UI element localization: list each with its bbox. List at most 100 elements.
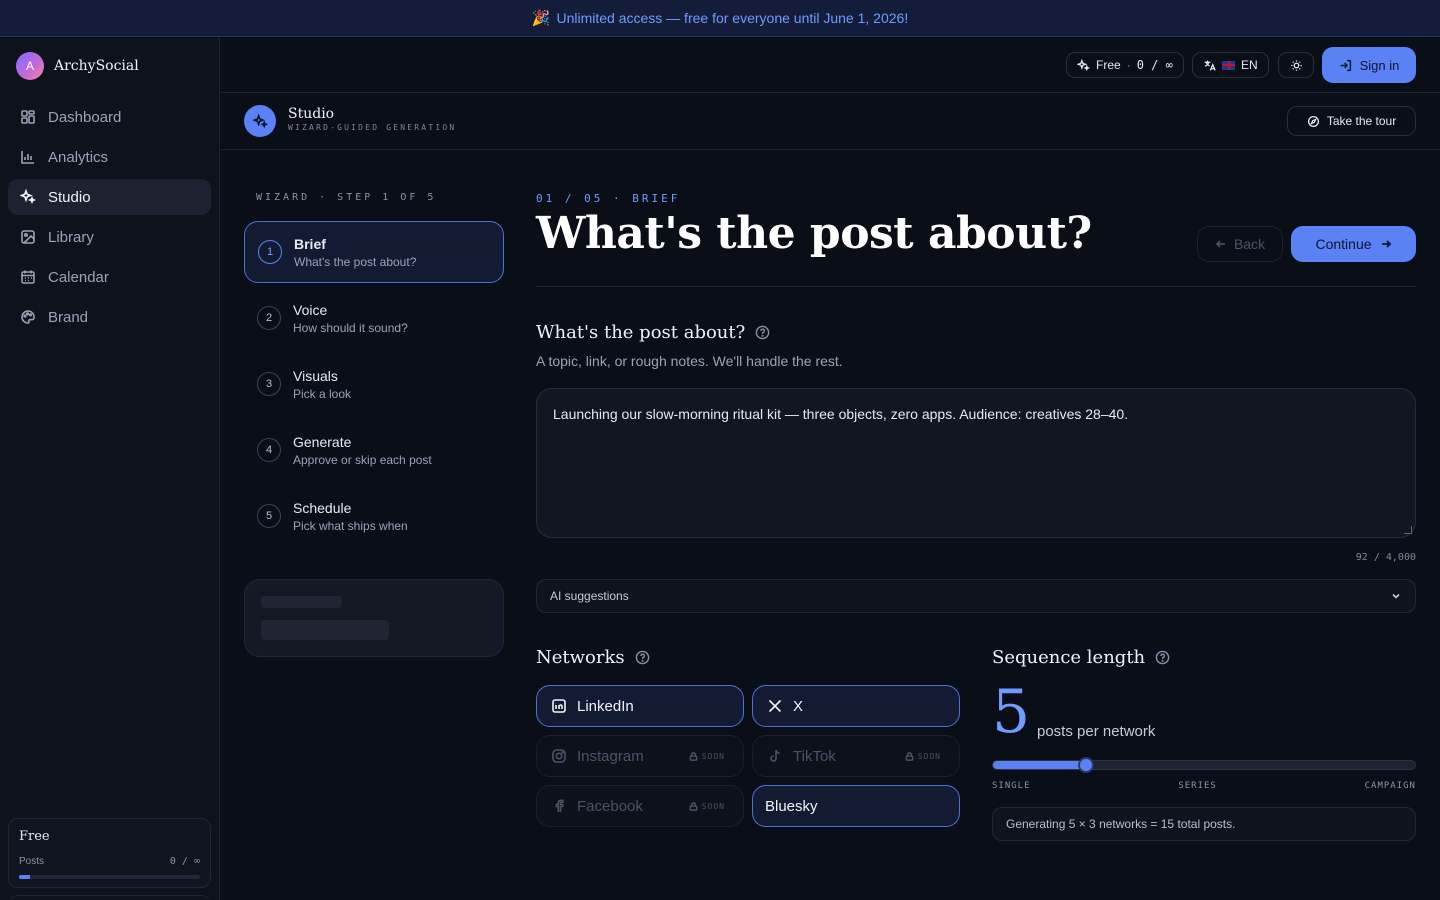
compass-icon xyxy=(1307,115,1319,127)
network-label: Facebook xyxy=(577,797,643,815)
continue-button[interactable]: Continue xyxy=(1291,226,1416,262)
loading-skeleton-card xyxy=(244,579,504,657)
sidebar-item-studio[interactable]: Studio xyxy=(8,179,211,215)
network-label: Bluesky xyxy=(765,797,818,815)
sidebar-item-calendar[interactable]: Calendar xyxy=(8,259,211,295)
lock-icon xyxy=(689,801,698,811)
brief-textarea-value: Launching our slow-morning ritual kit — … xyxy=(553,406,1129,422)
network-bluesky[interactable]: Bluesky xyxy=(752,785,960,827)
studio-header: Studio WIZARD-GUIDED GENERATION Take the… xyxy=(221,93,1440,150)
page-subtitle: WIZARD-GUIDED GENERATION xyxy=(288,123,457,132)
sun-icon xyxy=(1290,59,1302,71)
tiktok-icon xyxy=(770,749,780,762)
continue-label: Continue xyxy=(1315,236,1372,252)
network-facebook: Facebook SOON xyxy=(536,785,744,827)
arrow-left-icon xyxy=(1215,240,1225,248)
uk-flag-icon xyxy=(1222,60,1235,70)
plan-name: Free xyxy=(19,829,50,844)
resize-handle[interactable] xyxy=(1404,526,1412,534)
theme-toggle[interactable] xyxy=(1278,52,1314,78)
sidebar-item-label: Calendar xyxy=(48,268,109,286)
step-description: Approve or skip each post xyxy=(293,452,432,467)
language-selector[interactable]: EN xyxy=(1192,52,1269,78)
ai-suggestions-toggle[interactable]: AI suggestions xyxy=(536,579,1416,613)
skeleton-line xyxy=(261,620,389,640)
step-description: What's the post about? xyxy=(294,254,417,269)
back-button[interactable]: Back xyxy=(1197,226,1283,262)
calendar-icon xyxy=(21,270,35,284)
plan-pill[interactable]: Free · 0 / ∞ xyxy=(1066,52,1184,78)
analytics-icon xyxy=(21,151,34,164)
network-label: X xyxy=(793,697,804,715)
sidebar-item-dashboard[interactable]: Dashboard xyxy=(8,99,211,135)
brief-helper-text: A topic, link, or rough notes. We'll han… xyxy=(536,353,843,369)
step-description: How should it sound? xyxy=(293,320,408,335)
step-title: Schedule xyxy=(293,499,352,516)
sidebar-item-analytics[interactable]: Analytics xyxy=(8,139,211,175)
step-description: Pick a look xyxy=(293,386,352,401)
sequence-unit: posts per network xyxy=(1037,723,1156,740)
wizard-steps: 1 Brief What's the post about? 2 Voice How… xyxy=(244,221,504,551)
brief-section-title: What's the post about? xyxy=(536,322,770,343)
slider-ticks: SINGLE SERIES CAMPAIGN xyxy=(992,781,1416,791)
party-icon: 🎉 xyxy=(531,10,551,27)
networks-title-text: Networks xyxy=(536,647,625,668)
character-counter: 92 / 4,000 xyxy=(1355,552,1416,563)
sidebar-item-brand[interactable]: Brand xyxy=(8,299,211,335)
coming-soon-label: SOON xyxy=(701,751,725,761)
avatar: A xyxy=(16,52,44,80)
take-tour-button[interactable]: Take the tour xyxy=(1287,106,1416,136)
sequence-title-text: Sequence length xyxy=(992,647,1146,668)
ai-suggestions-label: AI suggestions xyxy=(550,589,629,603)
top-bar: Free · 0 / ∞ EN Sign in xyxy=(221,37,1440,93)
sequence-slider[interactable] xyxy=(992,757,1416,773)
coming-soon-badge: SOON xyxy=(689,752,725,761)
network-x[interactable]: X xyxy=(752,685,960,727)
arrow-right-icon xyxy=(1381,240,1391,248)
slider-thumb[interactable] xyxy=(1077,757,1094,773)
step-heading: What's the post about? xyxy=(536,208,1092,259)
take-tour-label: Take the tour xyxy=(1326,114,1397,128)
sidebar-item-label: Analytics xyxy=(48,148,109,166)
wizard-step-schedule[interactable]: 5 Schedule Pick what ships when xyxy=(244,485,504,547)
sidebar-item-library[interactable]: Library xyxy=(8,219,211,255)
sign-in-button[interactable]: Sign in xyxy=(1322,47,1416,83)
tick-single: SINGLE xyxy=(992,781,1031,791)
step-number: 5 xyxy=(257,504,281,528)
network-tiktok: TikTok SOON xyxy=(752,735,960,777)
sidebar-item-label: Dashboard xyxy=(48,108,122,126)
brand-logo[interactable]: A ArchySocial xyxy=(16,52,139,80)
plan-pill-usage: 0 / ∞ xyxy=(1136,58,1173,72)
facebook-icon xyxy=(555,799,564,812)
coming-soon-label: SOON xyxy=(701,801,725,811)
network-label: TikTok xyxy=(793,747,836,765)
wizard-step-brief[interactable]: 1 Brief What's the post about? xyxy=(244,221,504,283)
network-label: Instagram xyxy=(577,747,644,765)
plan-usage-card[interactable]: Free Posts 0 / ∞ xyxy=(8,818,211,888)
coming-soon-badge: SOON xyxy=(689,802,725,811)
network-linkedin[interactable]: LinkedIn xyxy=(536,685,744,727)
palette-icon xyxy=(21,310,35,324)
step-number: 1 xyxy=(258,240,282,264)
wizard-step-visuals[interactable]: 3 Visuals Pick a look xyxy=(244,353,504,415)
header-divider xyxy=(536,286,1416,287)
tick-campaign: CAMPAIGN xyxy=(1364,781,1416,791)
help-icon[interactable] xyxy=(1155,650,1170,665)
x-icon xyxy=(768,699,782,713)
help-icon[interactable] xyxy=(635,650,650,665)
sidebar-item-label: Brand xyxy=(48,308,89,326)
linkedin-icon xyxy=(552,699,566,713)
sidebar-item-label: Library xyxy=(48,228,94,246)
login-icon xyxy=(1340,59,1351,71)
help-icon[interactable] xyxy=(755,325,770,340)
step-title: Generate xyxy=(293,433,352,450)
slider-fill xyxy=(993,761,1086,769)
brief-textarea[interactable]: Launching our slow-morning ritual kit — … xyxy=(536,388,1416,538)
lock-icon xyxy=(689,751,698,761)
wizard-step-generate[interactable]: 4 Generate Approve or skip each post xyxy=(244,419,504,481)
wizard-step-voice[interactable]: 2 Voice How should it sound? xyxy=(244,287,504,349)
sparkles-icon xyxy=(20,189,36,205)
promo-banner: 🎉 Unlimited access — free for everyone u… xyxy=(0,0,1440,37)
coming-soon-label: SOON xyxy=(917,751,941,761)
brand-name: ArchySocial xyxy=(54,58,139,74)
